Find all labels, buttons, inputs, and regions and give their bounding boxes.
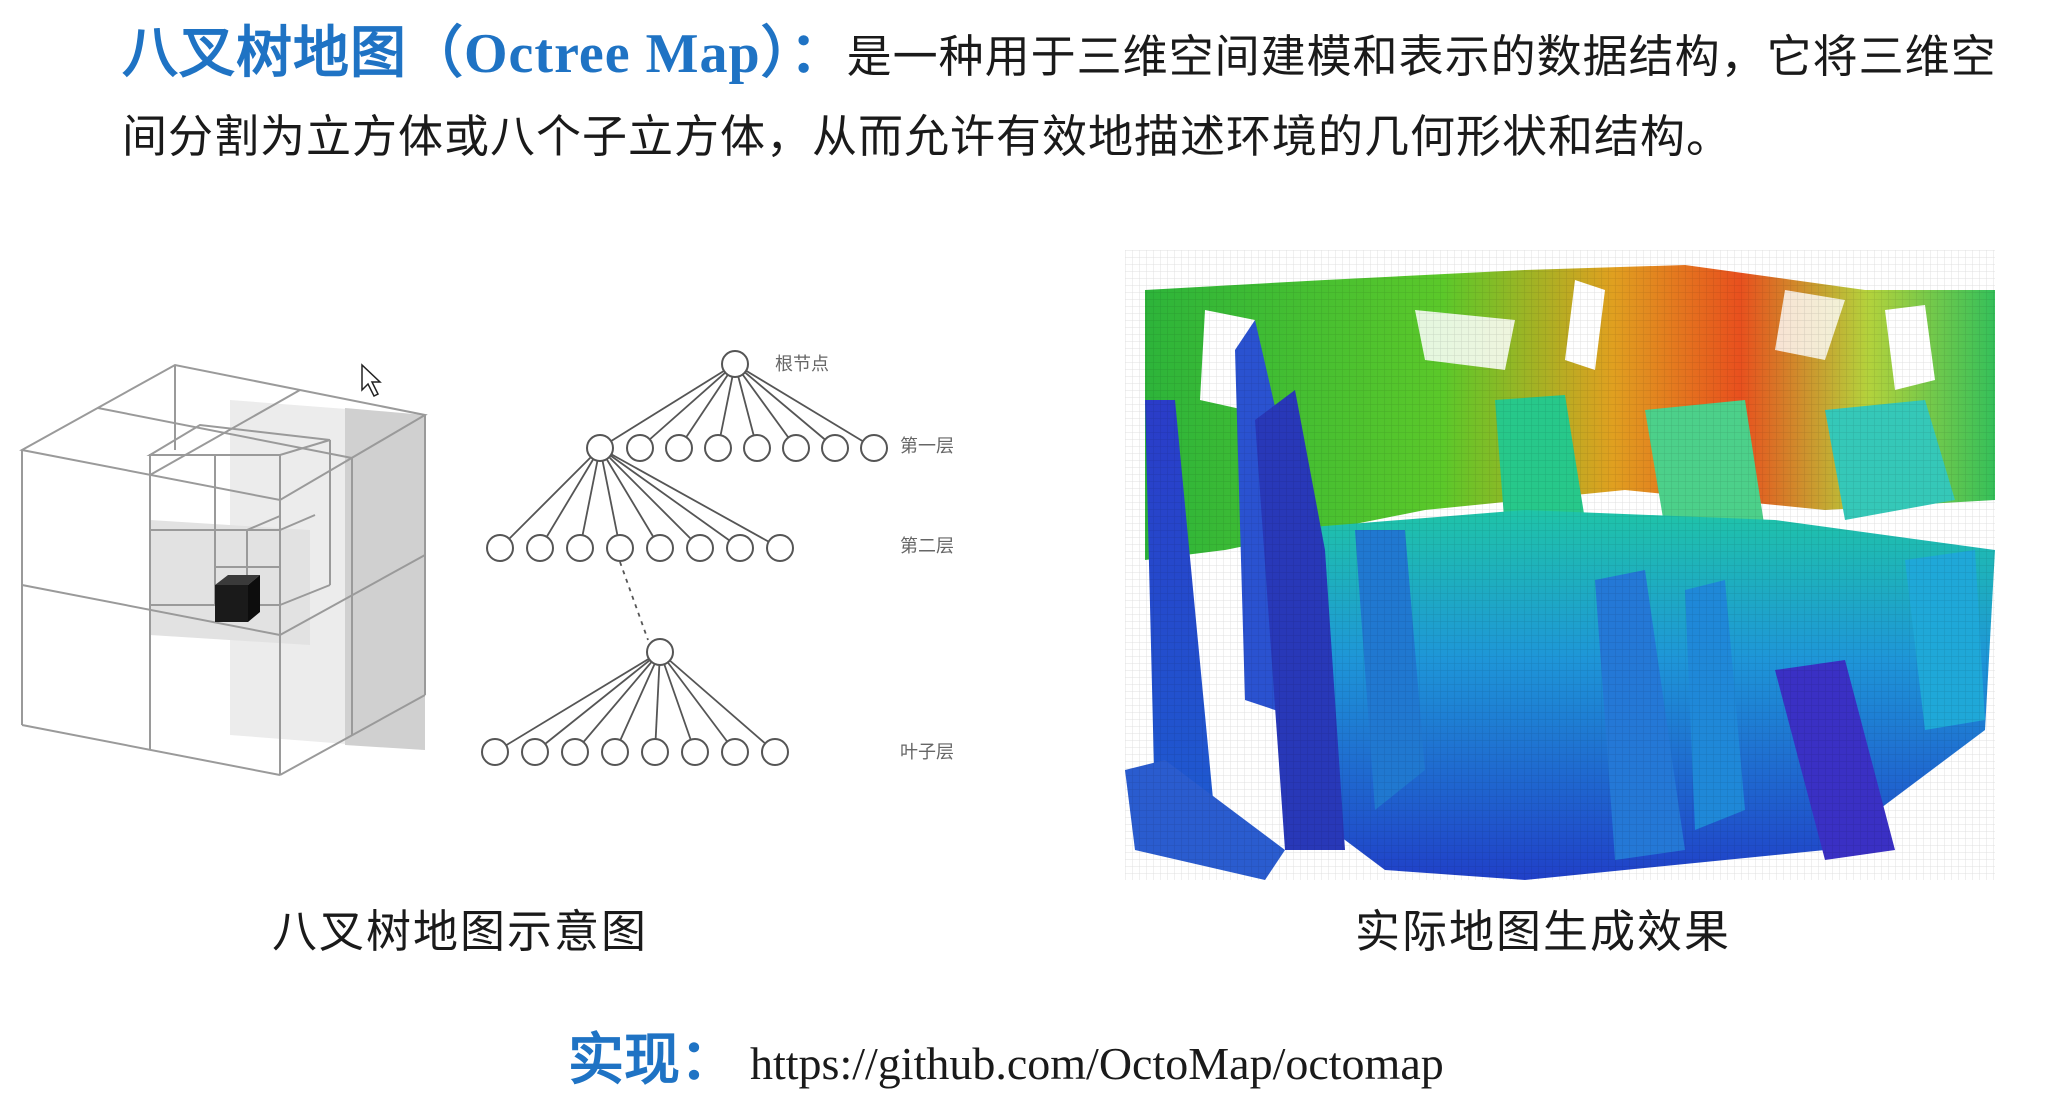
term-cn: 八叉树地图 [122,21,407,86]
octree-cube-illustration [0,330,460,790]
paren-close: ） [760,21,790,86]
label-level-2: 第二层 [900,536,954,557]
octree-tree-diagram: 根节点 第一层 第二层 叶子层 [470,340,990,780]
mouse-cursor-icon [361,363,382,398]
label-level-1: 第一层 [900,436,954,457]
term-colon: ： [789,21,847,86]
label-root: 根节点 [775,354,829,375]
tree-diagram-svg: 根节点 第一层 第二层 叶子层 [481,350,954,766]
term-title: 八叉树地图（Octree Map）： [122,21,847,86]
label-leaf: 叶子层 [900,742,954,763]
octomap-render-svg [1125,250,1995,880]
implementation-url-link[interactable]: https://github.com/OctoMap/octomap [750,1038,1444,1089]
intro-paragraph: 八叉树地图（Octree Map）：是一种用于三维空间建模和表示的数据结构，它将… [122,14,2022,177]
implementation-label: 实现： [568,1028,736,1093]
term-en: Octree Map [464,23,761,85]
implementation-line: 实现： https://github.com/OctoMap/octomap [568,1015,1444,1096]
caption-actual-map: 实际地图生成效果 [1355,905,1732,958]
octree-cube-svg [19,363,428,776]
caption-octree-diagram: 八叉树地图示意图 [272,905,649,958]
root-node [721,350,749,378]
paren-open: （ [407,21,464,86]
octomap-render-image [1125,250,1995,880]
